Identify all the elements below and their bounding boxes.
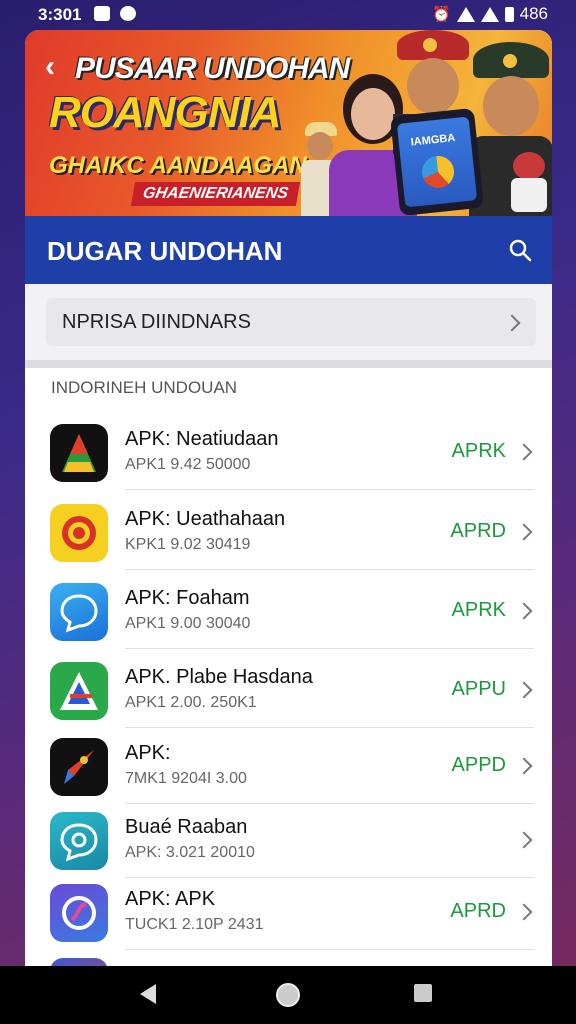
app-list-section: INDORINEH UNDOUAN APK: Neatiudaan APK1 9… bbox=[25, 368, 552, 970]
chat-search-icon bbox=[50, 812, 108, 870]
a-letter-icon bbox=[50, 424, 108, 482]
notification-icon bbox=[94, 6, 110, 21]
app-version: APK: 3.021 20010 bbox=[125, 844, 255, 861]
app-name: APK: Foaham bbox=[125, 587, 250, 609]
row-divider bbox=[125, 489, 534, 490]
app-version: APK1 9.42 50000 bbox=[125, 456, 251, 473]
back-nav-icon[interactable] bbox=[140, 984, 156, 1004]
home-nav-icon[interactable] bbox=[276, 983, 300, 1007]
download-status[interactable]: APPU bbox=[452, 678, 506, 701]
list-item[interactable]: APK: 7MK1 9204I 3.00 APPD bbox=[25, 726, 552, 804]
app-name: APK. Plabe Hasdana bbox=[125, 666, 313, 688]
category-selector[interactable]: NPRISA DIINDNARS bbox=[46, 298, 536, 346]
section-divider bbox=[25, 360, 552, 368]
chevron-right-icon bbox=[515, 523, 533, 541]
list-item[interactable]: APK. Plabe Hasdana APK1 2.00. 250K1 APPU bbox=[25, 650, 552, 728]
rocket-icon bbox=[50, 738, 108, 796]
chevron-right-icon bbox=[515, 681, 533, 699]
app-name: APK: Neatiudaan bbox=[125, 428, 279, 450]
app-version: KPK1 9.02 30419 bbox=[125, 536, 251, 553]
app-version: APK1 9.00 30040 bbox=[125, 615, 251, 632]
list-item[interactable]: APK: APK TUCK1 2.10P 2431 APRD bbox=[25, 872, 552, 950]
app-card: ‹ PUSAAR UNDOHAN ROANGNIA GHAIKC AANDAAG… bbox=[25, 30, 552, 970]
chevron-right-icon bbox=[515, 757, 533, 775]
list-item[interactable]: Buaé Raaban APK: 3.021 20010 bbox=[25, 800, 552, 878]
chevron-right-icon bbox=[515, 602, 533, 620]
app-logo-icon bbox=[420, 154, 456, 190]
row-divider bbox=[125, 648, 534, 649]
chevron-right-icon bbox=[503, 314, 521, 332]
list-item[interactable]: APK: Ueathahaan KPK1 9.02 30419 APRD bbox=[25, 492, 552, 570]
chevron-right-icon bbox=[515, 903, 533, 921]
chevron-right-icon bbox=[515, 831, 533, 849]
search-icon[interactable] bbox=[508, 238, 532, 262]
phone-graphic: IAMGBA bbox=[390, 107, 484, 216]
app-version: TUCK1 2.10P 2431 bbox=[125, 916, 264, 933]
system-nav-bar bbox=[0, 966, 576, 1024]
section-caption: INDORINEH UNDOUAN bbox=[51, 378, 238, 397]
download-status[interactable]: APRK bbox=[452, 440, 506, 463]
notification-icon bbox=[120, 6, 136, 21]
robot-toy-icon bbox=[509, 152, 549, 212]
chevron-right-icon bbox=[515, 443, 533, 461]
app-name: APK: APK bbox=[125, 888, 216, 910]
list-item[interactable]: APK: Foaham APK1 9.00 30040 APRK bbox=[25, 571, 552, 649]
phone-label: IAMGBA bbox=[410, 131, 456, 149]
app-name: Buaé Raaban bbox=[125, 816, 248, 838]
download-status[interactable]: APRK bbox=[452, 599, 506, 622]
download-status[interactable]: APRD bbox=[450, 520, 506, 543]
a-triangle-icon bbox=[50, 662, 108, 720]
battery-icon bbox=[504, 6, 514, 22]
row-divider bbox=[125, 569, 534, 570]
banner-title: PUSAAR UNDOHAN bbox=[75, 52, 350, 85]
banner-ribbon: GHAENIERIANENS bbox=[130, 182, 301, 206]
app-version: 7MK1 9204I 3.00 bbox=[125, 770, 247, 787]
battery-level: 486 bbox=[519, 4, 548, 23]
download-status[interactable]: APPD bbox=[452, 754, 506, 777]
promo-banner[interactable]: ‹ PUSAAR UNDOHAN ROANGNIA GHAIKC AANDAAG… bbox=[25, 30, 552, 216]
status-bar: 3:301 ⏰ 486 bbox=[0, 0, 576, 30]
banner-headline: ROANGNIA bbox=[49, 88, 282, 137]
category-selector-label: NPRISA DIINDNARS bbox=[62, 311, 251, 333]
banner-subtitle: GHAIKC AANDAAGAN bbox=[49, 152, 307, 179]
app-header: DUGAR UNDOHAN bbox=[25, 216, 552, 284]
red-mascot-icon bbox=[50, 504, 108, 562]
chat-bubble-icon bbox=[50, 583, 108, 641]
alarm-icon: ⏰ bbox=[431, 6, 451, 23]
page-title: DUGAR UNDOHAN bbox=[47, 236, 283, 266]
status-time: 3:301 bbox=[38, 5, 82, 24]
signal-icon bbox=[480, 6, 499, 22]
app-name: APK: bbox=[125, 742, 171, 764]
list-item[interactable]: APK: Neatiudaan APK1 9.42 50000 APRK bbox=[25, 412, 552, 490]
back-arrow-icon[interactable]: ‹ bbox=[45, 50, 55, 84]
app-name: APK: Ueathahaan bbox=[125, 508, 286, 530]
download-status[interactable]: APRD bbox=[450, 900, 506, 923]
s-swirl-icon bbox=[50, 884, 108, 942]
wifi-icon bbox=[456, 6, 475, 22]
app-version: APK1 2.00. 250K1 bbox=[125, 694, 257, 711]
recents-nav-icon[interactable] bbox=[414, 984, 432, 1002]
